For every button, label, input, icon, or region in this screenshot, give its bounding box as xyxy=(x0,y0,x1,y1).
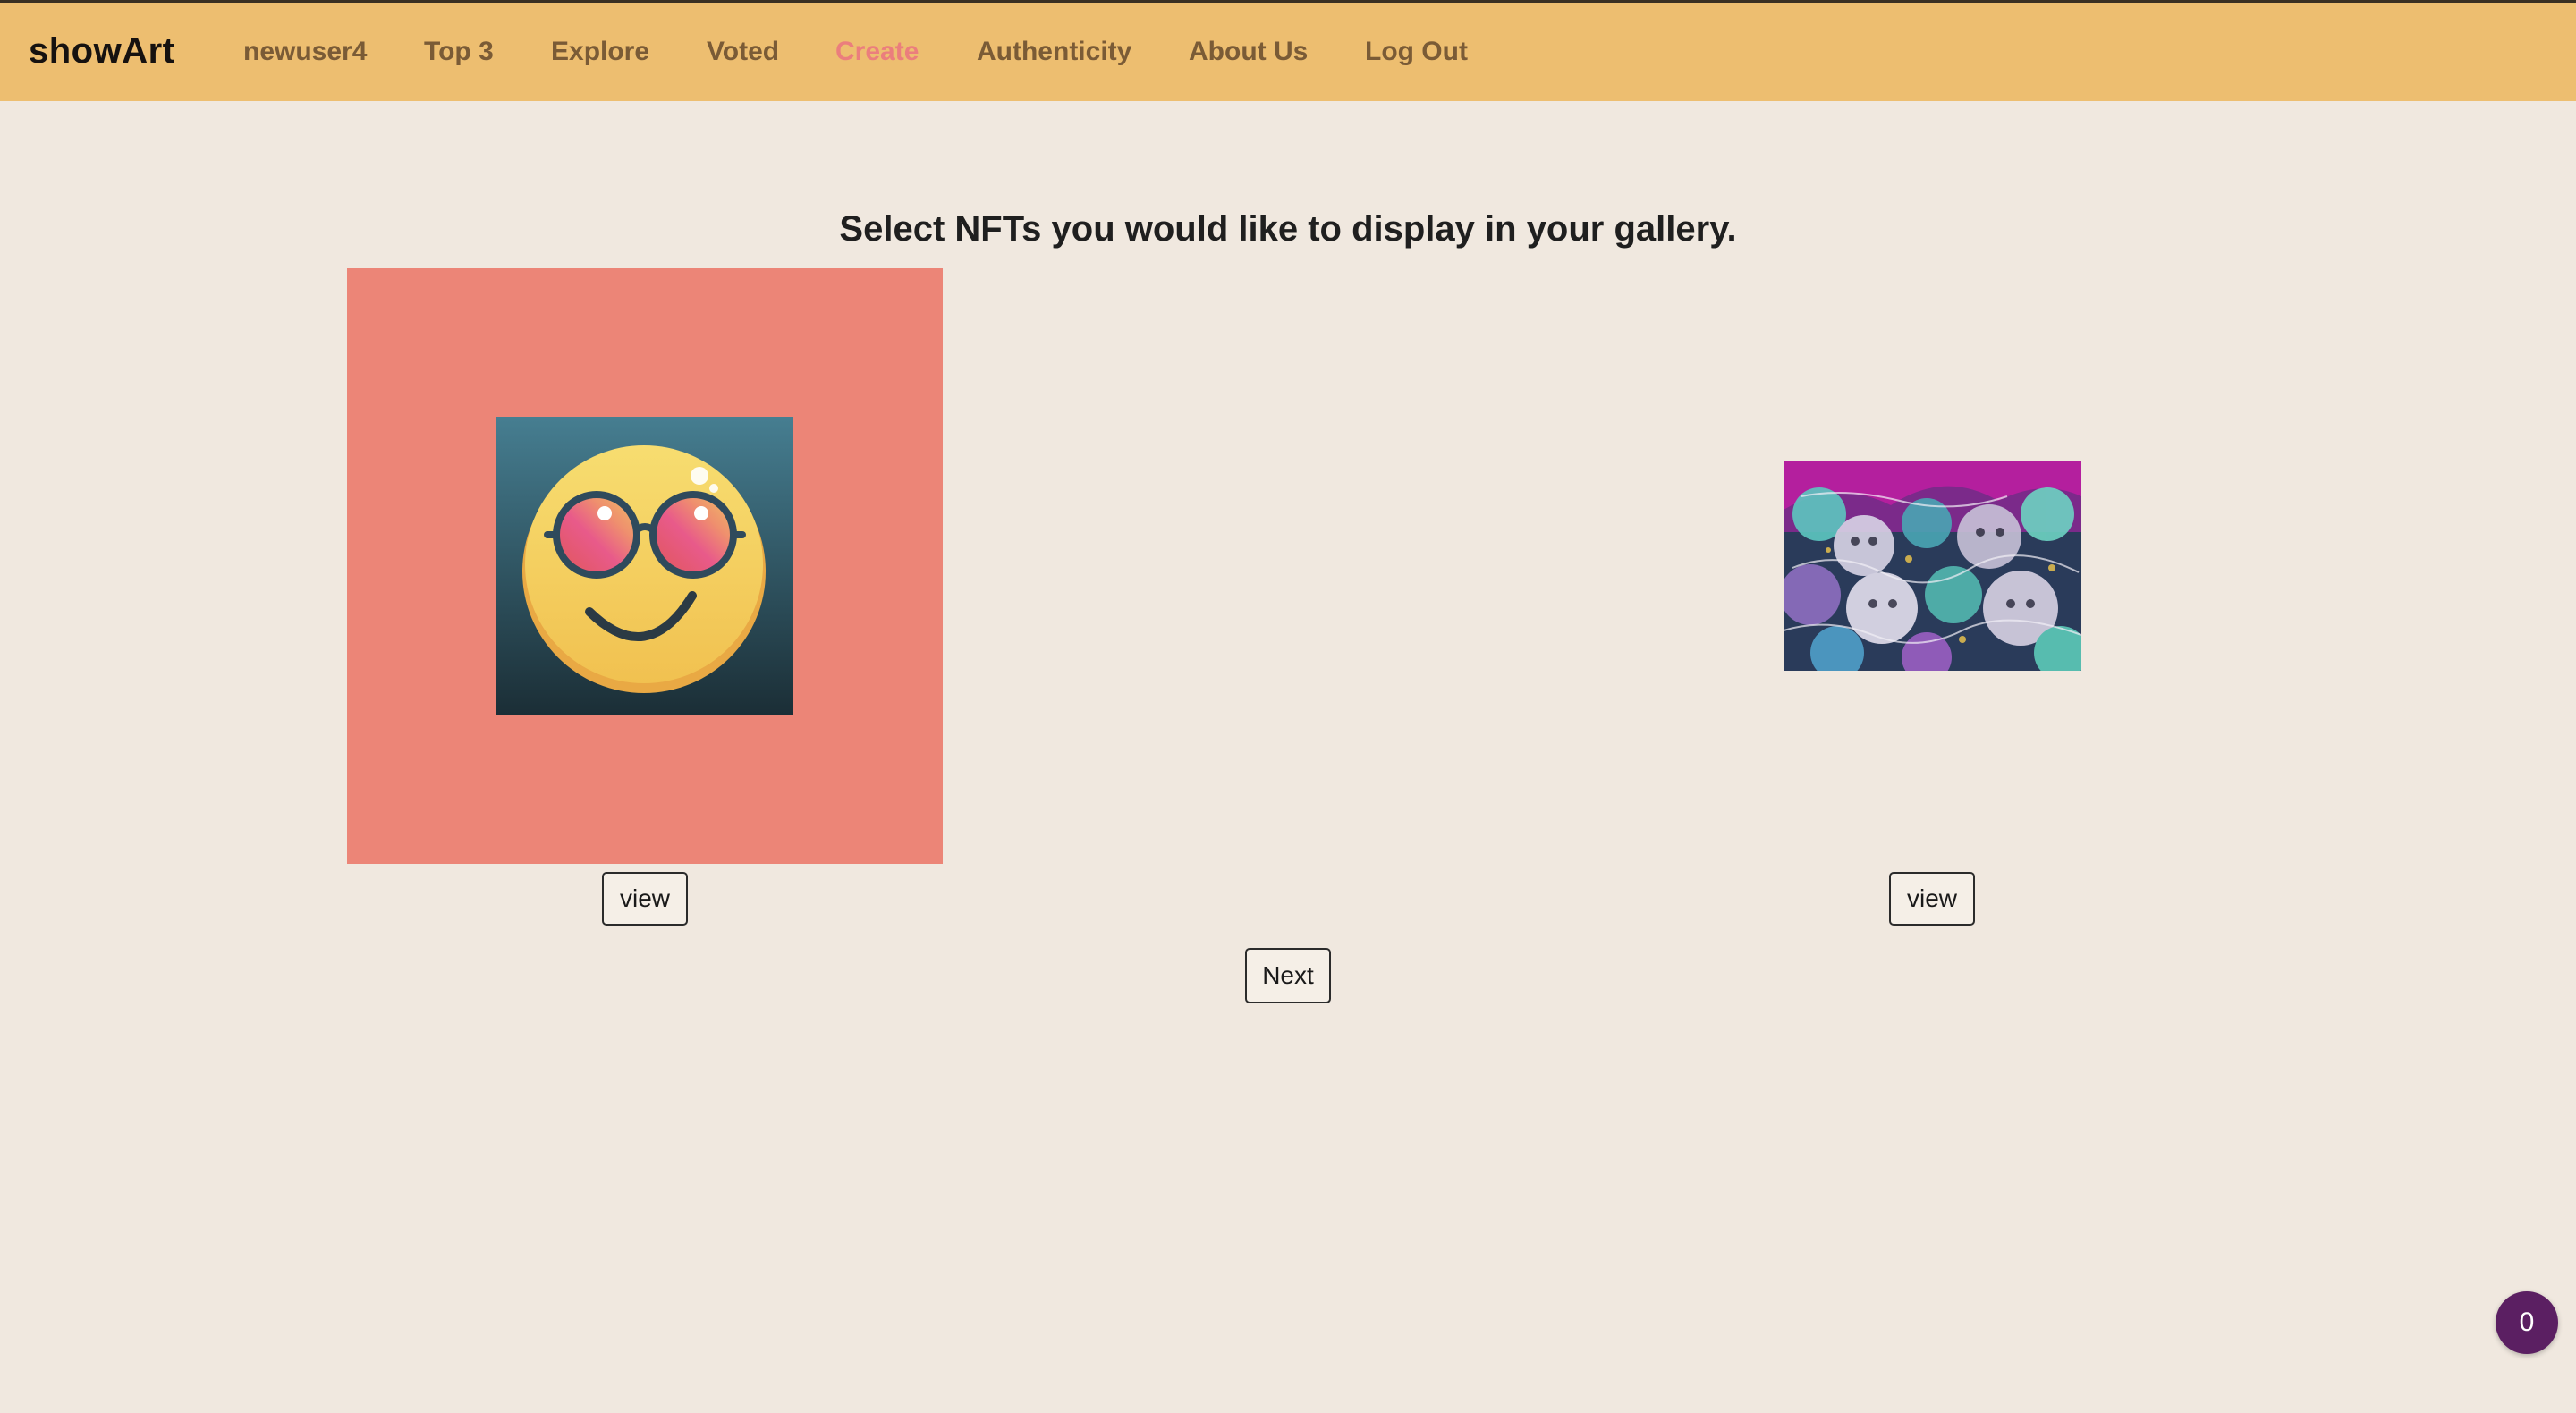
view-button-nft-2[interactable]: view xyxy=(1889,872,1975,926)
page-heading: Select NFTs you would like to display in… xyxy=(839,209,1737,249)
nft-smiley-sunglasses-image[interactable] xyxy=(496,417,793,715)
notification-count-badge[interactable]: 0 xyxy=(2496,1291,2558,1354)
nav-link-about-us[interactable]: About Us xyxy=(1189,37,1308,67)
nav-link-authenticity[interactable]: Authenticity xyxy=(977,37,1131,67)
next-button[interactable]: Next xyxy=(1245,948,1331,1003)
brand-logo[interactable]: showArt xyxy=(29,31,175,72)
nav-link-voted[interactable]: Voted xyxy=(707,37,779,67)
nav-link-explore[interactable]: Explore xyxy=(551,37,649,67)
nav-link-log-out[interactable]: Log Out xyxy=(1365,37,1468,67)
navbar: showArt newuser4 Top 3 Explore Voted Cre… xyxy=(0,3,2576,101)
nav-link-profile[interactable]: newuser4 xyxy=(243,37,367,67)
nft-psychedelic-wolves-image[interactable] xyxy=(1784,461,2081,671)
nav-link-create[interactable]: Create xyxy=(835,37,919,67)
nav-link-top3[interactable]: Top 3 xyxy=(424,37,494,67)
view-button-nft-1[interactable]: view xyxy=(602,872,688,926)
